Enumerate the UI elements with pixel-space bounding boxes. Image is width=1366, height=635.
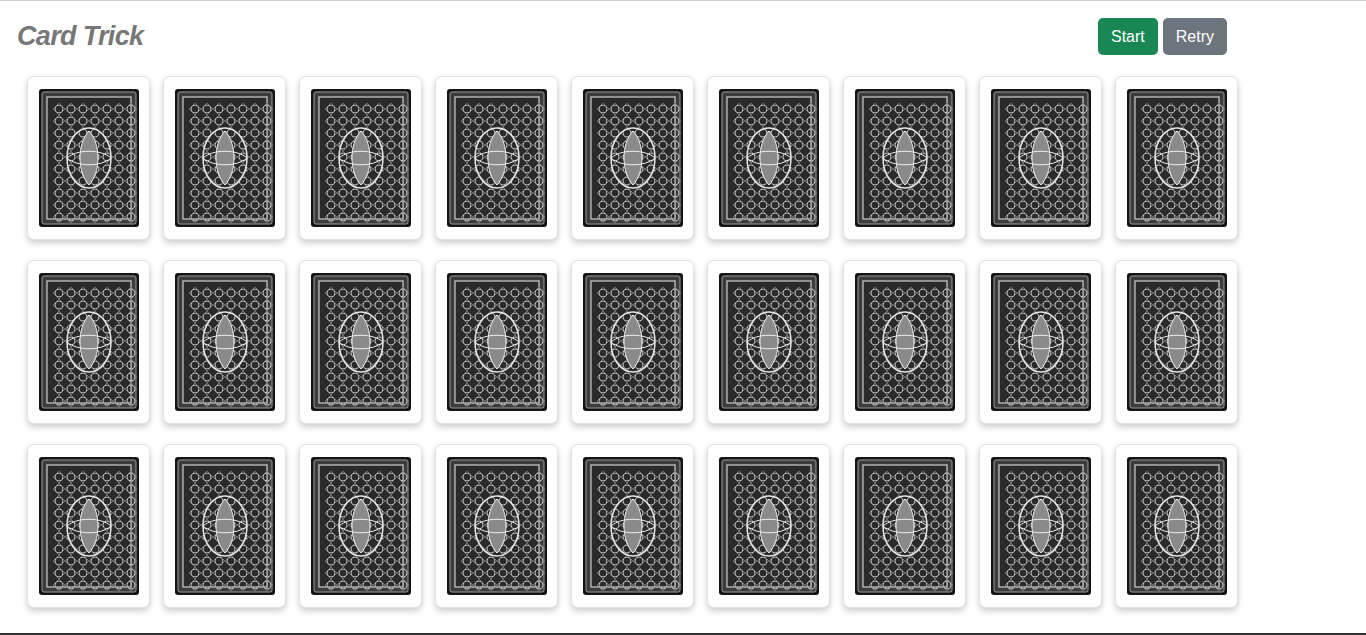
- playing-card[interactable]: [299, 444, 422, 608]
- playing-card[interactable]: [163, 76, 286, 240]
- page-title: Card Trick: [17, 18, 143, 55]
- playing-card[interactable]: [843, 260, 966, 424]
- card-back-icon: [1127, 273, 1227, 411]
- playing-card[interactable]: [435, 260, 558, 424]
- playing-card[interactable]: [299, 76, 422, 240]
- card-back-icon: [583, 273, 683, 411]
- playing-card[interactable]: [571, 260, 694, 424]
- card-back-icon: [583, 89, 683, 227]
- card-back-icon: [1127, 457, 1227, 595]
- playing-card[interactable]: [979, 444, 1102, 608]
- card-back-icon: [175, 273, 275, 411]
- card-back-icon: [719, 457, 819, 595]
- playing-card[interactable]: [571, 444, 694, 608]
- card-back-icon: [855, 89, 955, 227]
- playing-card[interactable]: [707, 444, 830, 608]
- card-back-icon: [311, 273, 411, 411]
- card-back-icon: [719, 273, 819, 411]
- playing-card[interactable]: [707, 260, 830, 424]
- playing-card[interactable]: [843, 76, 966, 240]
- card-back-icon: [991, 273, 1091, 411]
- card-back-icon: [719, 89, 819, 227]
- playing-card[interactable]: [27, 260, 150, 424]
- playing-card[interactable]: [27, 76, 150, 240]
- card-back-icon: [39, 457, 139, 595]
- playing-card[interactable]: [979, 260, 1102, 424]
- card-back-icon: [39, 273, 139, 411]
- playing-card[interactable]: [27, 444, 150, 608]
- playing-card[interactable]: [163, 444, 286, 608]
- playing-card[interactable]: [1115, 260, 1238, 424]
- start-button[interactable]: Start: [1098, 18, 1158, 55]
- playing-card[interactable]: [571, 76, 694, 240]
- card-back-icon: [447, 457, 547, 595]
- card-back-icon: [311, 89, 411, 227]
- playing-card[interactable]: [707, 76, 830, 240]
- card-back-icon: [311, 457, 411, 595]
- playing-card[interactable]: [299, 260, 422, 424]
- card-back-icon: [175, 457, 275, 595]
- card-back-icon: [991, 89, 1091, 227]
- retry-button[interactable]: Retry: [1163, 18, 1227, 55]
- card-back-icon: [447, 273, 547, 411]
- playing-card[interactable]: [435, 444, 558, 608]
- playing-card[interactable]: [163, 260, 286, 424]
- card-back-icon: [1127, 89, 1227, 227]
- card-back-icon: [39, 89, 139, 227]
- card-back-icon: [855, 457, 955, 595]
- playing-card[interactable]: [1115, 444, 1238, 608]
- playing-card[interactable]: [979, 76, 1102, 240]
- card-back-icon: [175, 89, 275, 227]
- card-back-icon: [583, 457, 683, 595]
- playing-card[interactable]: [843, 444, 966, 608]
- card-back-icon: [855, 273, 955, 411]
- playing-card[interactable]: [1115, 76, 1238, 240]
- card-back-icon: [991, 457, 1091, 595]
- card-back-icon: [447, 89, 547, 227]
- playing-card[interactable]: [435, 76, 558, 240]
